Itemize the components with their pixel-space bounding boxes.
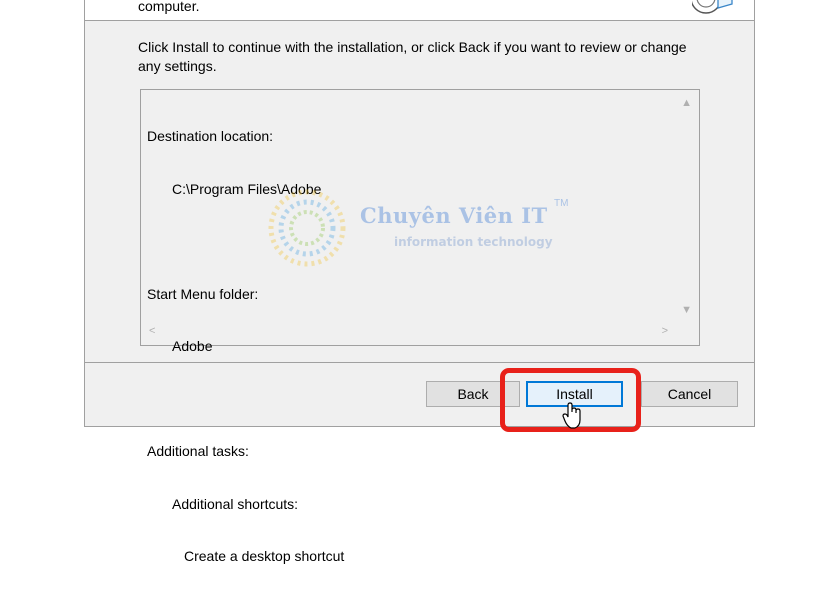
destination-value: C:\Program Files\Adobe <box>172 180 322 197</box>
start-menu-label: Start Menu folder: <box>147 285 259 302</box>
setup-disc-icon <box>692 0 733 14</box>
shortcut-item: Create a desktop shortcut <box>184 548 345 564</box>
ready-memo[interactable]: Destination location: C:\Program Files\A… <box>140 89 700 564</box>
scroll-left-icon[interactable]: < <box>149 326 155 337</box>
memo-content: Destination location: C:\Program Files\A… <box>147 93 344 601</box>
scroll-down-icon[interactable]: ▼ <box>681 305 692 316</box>
cancel-button[interactable]: Cancel <box>641 381 738 407</box>
instructions-text: Click Install to continue with the insta… <box>138 39 687 74</box>
mouse-pointer-icon <box>562 402 581 429</box>
scroll-up-icon[interactable]: ▲ <box>681 98 692 109</box>
scroll-right-icon[interactable]: > <box>662 326 668 337</box>
setup-dialog: computer. Click Install to continue with… <box>84 0 755 564</box>
destination-label: Destination location: <box>147 128 274 144</box>
header-text: computer. <box>138 0 200 14</box>
button-divider <box>85 362 754 363</box>
shortcuts-label: Additional shortcuts: <box>172 495 299 512</box>
start-menu-value: Adobe <box>172 338 213 354</box>
tasks-label: Additional tasks: <box>147 443 249 459</box>
header-band: computer. <box>85 0 754 21</box>
